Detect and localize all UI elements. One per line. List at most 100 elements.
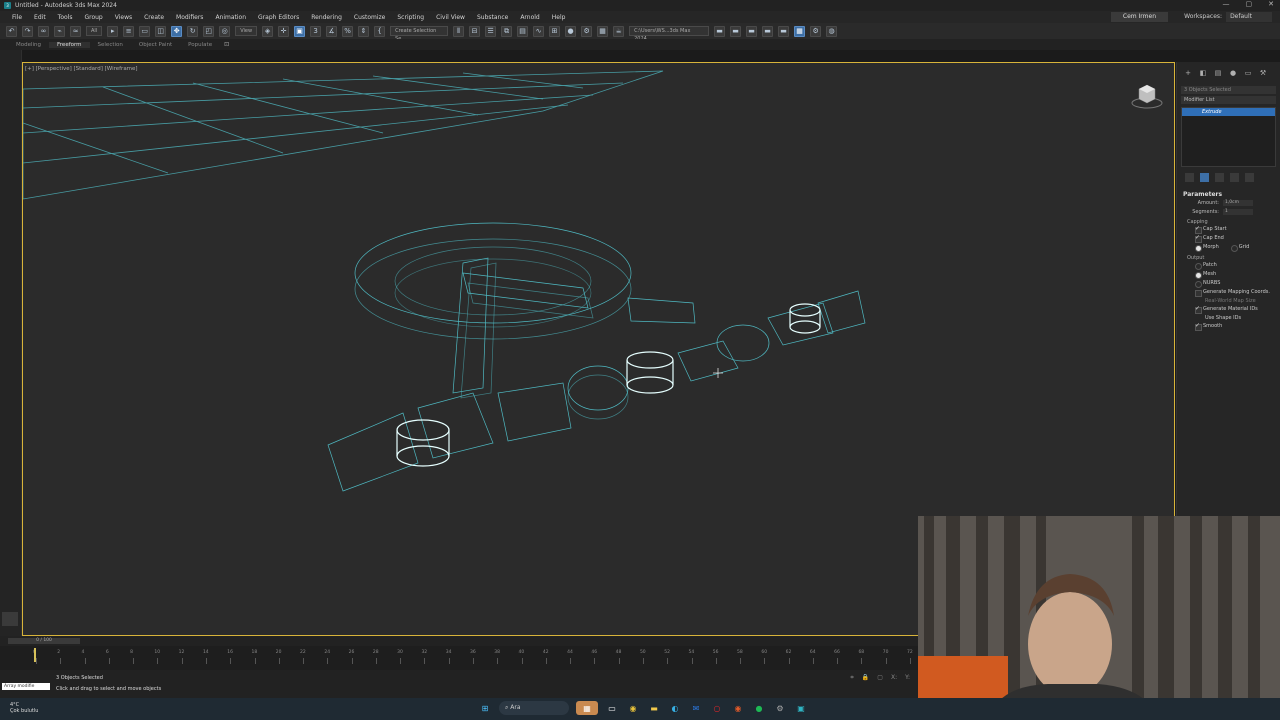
workspace-selector[interactable]: Workspaces: Default bbox=[1184, 12, 1272, 22]
object-name-field[interactable]: 3 Objects Selected bbox=[1181, 86, 1276, 94]
edge-icon[interactable]: ◐ bbox=[668, 701, 682, 715]
make-unique-icon[interactable] bbox=[1215, 173, 1224, 182]
save-icon[interactable]: ▬ bbox=[730, 25, 742, 37]
selection-filter-dropdown[interactable]: All bbox=[86, 26, 103, 36]
menu-substance[interactable]: Substance bbox=[471, 14, 514, 21]
spinner-snap-icon[interactable]: ⇕ bbox=[358, 25, 370, 37]
menu-edit[interactable]: Edit bbox=[28, 14, 52, 21]
fetch-icon[interactable]: ▬ bbox=[762, 25, 774, 37]
menu-animation[interactable]: Animation bbox=[209, 14, 252, 21]
select-rotate-icon[interactable]: ↻ bbox=[187, 25, 199, 37]
hierarchy-tab-icon[interactable]: ▤ bbox=[1213, 68, 1223, 78]
select-by-name-icon[interactable]: ≡ bbox=[123, 25, 135, 37]
configure-sets-icon[interactable] bbox=[1245, 173, 1254, 182]
menu-help[interactable]: Help bbox=[546, 14, 572, 21]
menu-scripting[interactable]: Scripting bbox=[391, 14, 430, 21]
menu-file[interactable]: File bbox=[6, 14, 28, 21]
schematic-view-icon[interactable]: ⊞ bbox=[549, 25, 561, 37]
parameters-title[interactable]: Parameters bbox=[1183, 191, 1274, 198]
start-icon[interactable]: ⊞ bbox=[478, 701, 492, 715]
smooth-checkbox[interactable]: Smooth bbox=[1183, 321, 1274, 331]
motion-tab-icon[interactable]: ● bbox=[1228, 68, 1238, 78]
named-selection-sets-dropdown[interactable]: Create Selection Se bbox=[390, 26, 449, 42]
weather-widget[interactable]: 4°C Çok bulutlu bbox=[10, 702, 38, 714]
maximize-button[interactable]: ▢ bbox=[1246, 0, 1253, 8]
menu-civil-view[interactable]: Civil View bbox=[430, 14, 471, 21]
redo-icon[interactable]: ↷ bbox=[22, 25, 33, 37]
chrome-icon[interactable]: ◉ bbox=[626, 701, 640, 715]
time-slider[interactable]: 0 / 100 bbox=[8, 638, 80, 644]
viewport-layout-icon[interactable]: ▬ bbox=[778, 25, 790, 37]
menu-tools[interactable]: Tools bbox=[52, 14, 79, 21]
patch-radio[interactable]: Patch bbox=[1183, 261, 1274, 270]
close-button[interactable]: ✕ bbox=[1268, 0, 1274, 8]
amount-input[interactable]: 1,0cm bbox=[1223, 199, 1253, 206]
menu-graph-editors[interactable]: Graph Editors bbox=[252, 14, 305, 21]
taskbar-search[interactable]: ⌕ Ara bbox=[499, 701, 569, 715]
place-icon[interactable]: ◎ bbox=[219, 25, 231, 37]
reference-coord-dropdown[interactable]: View bbox=[235, 26, 258, 36]
file-explorer-icon[interactable]: ▬ bbox=[647, 701, 661, 715]
material-editor-icon[interactable]: ● bbox=[565, 25, 577, 37]
modifier-list-dropdown[interactable]: Modifier List bbox=[1181, 96, 1276, 104]
render-icon[interactable]: ☕ bbox=[613, 25, 625, 37]
task-view-icon[interactable]: ▭ bbox=[605, 701, 619, 715]
user-account-button[interactable]: Cem Irmen bbox=[1110, 12, 1168, 22]
cap-end-checkbox[interactable]: Cap End bbox=[1183, 233, 1274, 243]
manipulate-icon[interactable]: ✛ bbox=[278, 25, 290, 37]
absolute-mode-icon[interactable]: ▢ bbox=[877, 674, 883, 682]
show-end-result-icon[interactable] bbox=[1200, 173, 1209, 182]
rect-selection-icon[interactable]: ▭ bbox=[139, 25, 151, 37]
selection-lock-icon[interactable]: 🔒 bbox=[862, 674, 869, 682]
modifier-extrude[interactable]: Extrude bbox=[1182, 108, 1275, 116]
menu-customize[interactable]: Customize bbox=[348, 14, 392, 21]
pin-stack-icon[interactable] bbox=[1185, 173, 1194, 182]
tab-freeform[interactable]: Freeform bbox=[49, 41, 90, 48]
tab-selection[interactable]: Selection bbox=[90, 42, 131, 48]
edit-named-sets-icon[interactable]: { bbox=[374, 25, 386, 37]
menu-arnold[interactable]: Arnold bbox=[514, 14, 545, 21]
unlink-icon[interactable]: ⌁ bbox=[54, 25, 65, 37]
menu-rendering[interactable]: Rendering bbox=[305, 14, 348, 21]
hold-icon[interactable]: ▬ bbox=[746, 25, 758, 37]
generate-mapping-checkbox[interactable]: Generate Mapping Coords. bbox=[1183, 288, 1274, 297]
widgets-icon[interactable]: ▦ bbox=[576, 701, 598, 715]
tab-object-paint[interactable]: Object Paint bbox=[131, 42, 180, 48]
nurbs-radio[interactable]: NURBS bbox=[1183, 279, 1274, 288]
viewcube-icon[interactable] bbox=[1130, 81, 1164, 109]
app-icon[interactable]: ⚙ bbox=[773, 701, 787, 715]
angle-snap-icon[interactable]: ∡ bbox=[326, 25, 338, 37]
scene-explorer-icon[interactable]: ☰ bbox=[485, 25, 497, 37]
arnold-icon[interactable]: ◍ bbox=[826, 25, 838, 37]
select-object-icon[interactable]: ▸ bbox=[107, 25, 119, 37]
menu-create[interactable]: Create bbox=[138, 14, 170, 21]
select-scale-icon[interactable]: ◰ bbox=[203, 25, 215, 37]
ribbon-toggle-icon[interactable]: ⊡ bbox=[224, 41, 229, 48]
bind-spacewarp-icon[interactable]: ≈ bbox=[70, 25, 81, 37]
snaps-toggle-icon[interactable]: 3 bbox=[310, 25, 322, 37]
morph-radio[interactable]: Morph bbox=[1183, 243, 1219, 252]
menu-group[interactable]: Group bbox=[78, 14, 108, 21]
modify-tab-icon[interactable]: ◧ bbox=[1198, 68, 1208, 78]
select-move-icon[interactable]: ✥ bbox=[171, 25, 183, 37]
rendered-frame-icon[interactable]: ▦ bbox=[597, 25, 609, 37]
3dsmax-taskbar-icon[interactable]: ▣ bbox=[794, 701, 808, 715]
toggle-ribbon-icon[interactable]: ▤ bbox=[517, 25, 529, 37]
scene-explorer-toggle-icon[interactable] bbox=[2, 612, 18, 626]
track-bar[interactable]: 0246810121416182022242628303234363840424… bbox=[0, 646, 920, 670]
outlook-icon[interactable]: ✉ bbox=[689, 701, 703, 715]
playhead[interactable] bbox=[34, 648, 36, 662]
mirror-icon[interactable]: ⫴ bbox=[453, 25, 465, 37]
settings-icon[interactable]: ⚙ bbox=[810, 25, 822, 37]
menu-views[interactable]: Views bbox=[109, 14, 138, 21]
align-icon[interactable]: ⊟ bbox=[469, 25, 481, 37]
mesh-radio[interactable]: Mesh bbox=[1183, 270, 1274, 279]
curve-editor-icon[interactable]: ∿ bbox=[533, 25, 545, 37]
layer-explorer-icon[interactable]: ⧉ bbox=[501, 25, 513, 37]
menu-modifiers[interactable]: Modifiers bbox=[170, 14, 209, 21]
maxscript-listener[interactable]: Array modifie bbox=[2, 683, 50, 690]
opera-icon[interactable]: ○ bbox=[710, 701, 724, 715]
segments-input[interactable]: 1 bbox=[1223, 208, 1253, 215]
remove-modifier-icon[interactable] bbox=[1230, 173, 1239, 182]
spotify-icon[interactable]: ● bbox=[752, 701, 766, 715]
